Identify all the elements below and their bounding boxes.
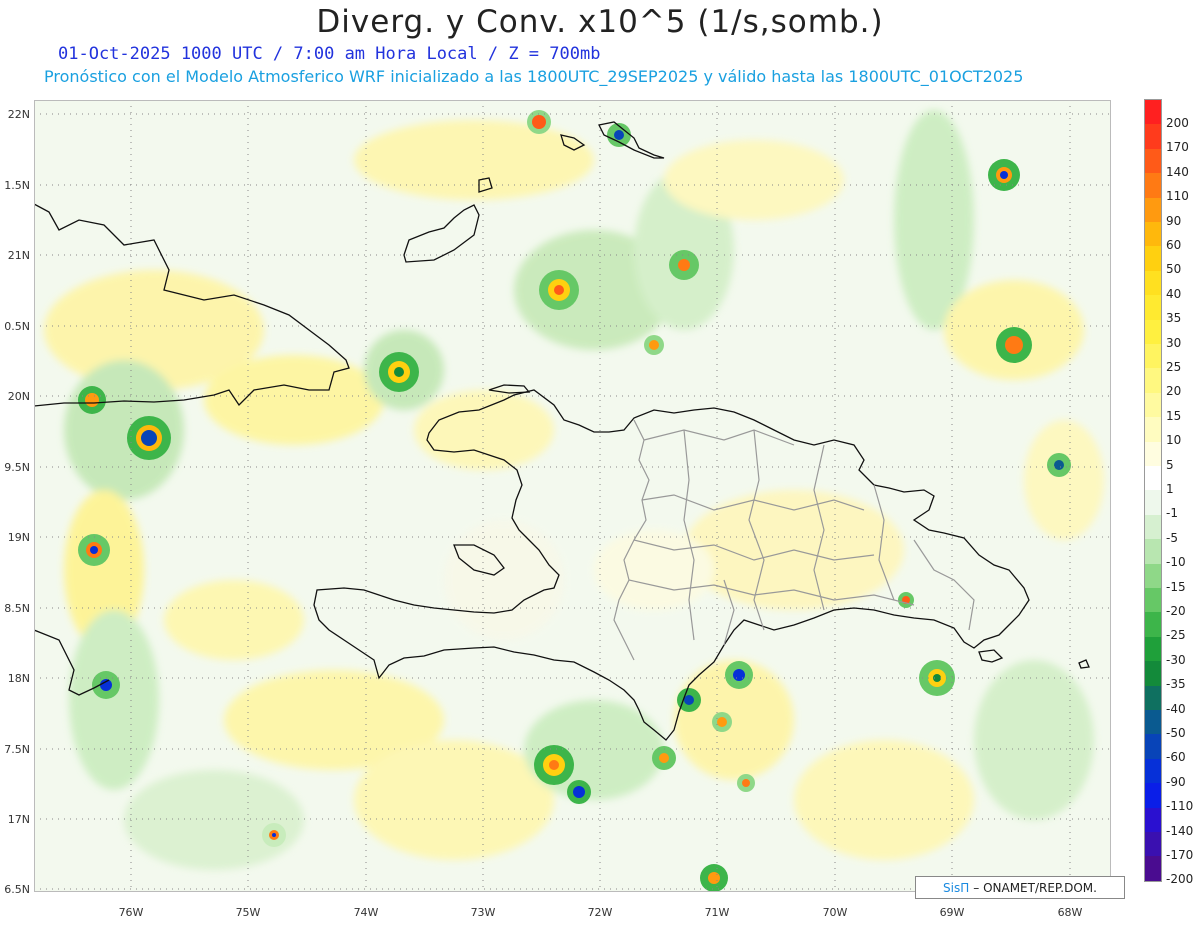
valid-time-subtitle: 01-Oct-2025 1000 UTC / 7:00 am Hora Loca… bbox=[58, 44, 601, 64]
lat-label-17-5n: 7.5N bbox=[4, 743, 30, 756]
credit-box: SisΠ – ONAMET/REP.DOM. bbox=[915, 876, 1125, 899]
colorbar-swatch bbox=[1145, 588, 1161, 613]
colorbar-label: 5 bbox=[1166, 457, 1174, 472]
colorbar-label: -90 bbox=[1166, 774, 1186, 789]
colorbar-label: -110 bbox=[1166, 799, 1194, 814]
lat-label-21n: 21N bbox=[7, 249, 30, 262]
lon-label-72w: 72W bbox=[587, 906, 613, 919]
colorbar-label: -20 bbox=[1166, 604, 1186, 618]
colorbar-swatch bbox=[1145, 856, 1161, 882]
colorbar-swatch bbox=[1145, 441, 1161, 467]
lon-label-75w: 75W bbox=[235, 906, 261, 919]
colorbar-swatch bbox=[1145, 222, 1161, 247]
colorbar-label: -1 bbox=[1166, 506, 1178, 521]
colorbar-swatch bbox=[1145, 100, 1161, 125]
credit-text: – ONAMET/REP.DOM. bbox=[973, 880, 1097, 895]
colorbar-swatch bbox=[1145, 197, 1161, 223]
colorbar-label: -40 bbox=[1166, 701, 1186, 716]
colorbar-swatch bbox=[1145, 148, 1161, 174]
colorbar-swatch bbox=[1145, 636, 1161, 662]
colorbar-label: -60 bbox=[1166, 750, 1186, 765]
colorbar-label: 20 bbox=[1166, 384, 1182, 399]
colorbar-swatch bbox=[1145, 783, 1161, 809]
lon-label-76w: 76W bbox=[118, 906, 144, 919]
colorbar-swatch bbox=[1145, 295, 1161, 321]
colorbar-swatch bbox=[1145, 344, 1161, 369]
colorbar-swatch bbox=[1145, 319, 1161, 345]
colorbar-label: 90 bbox=[1166, 213, 1182, 228]
lat-label-16-5n: 6.5N bbox=[4, 883, 30, 896]
lat-label-17n: 17N bbox=[7, 813, 30, 826]
chart-title: Diverg. y Conv. x10^5 (1/s,somb.) bbox=[316, 4, 884, 40]
colorbar-label: 60 bbox=[1166, 238, 1182, 252]
lon-label-73w: 73W bbox=[470, 906, 496, 919]
colorbar-swatch bbox=[1145, 368, 1161, 394]
colorbar-swatch bbox=[1145, 173, 1161, 199]
colorbar-swatch bbox=[1145, 124, 1161, 150]
colorbar-label: -25 bbox=[1166, 628, 1186, 643]
lon-label-69w: 69W bbox=[939, 906, 965, 919]
sispi-logo: SisΠ bbox=[943, 880, 970, 895]
colorbar-label: 10 bbox=[1166, 433, 1182, 448]
colorbar-label: -170 bbox=[1166, 848, 1194, 862]
colorbar-label: 200 bbox=[1166, 116, 1189, 130]
colorbar-label: 140 bbox=[1166, 164, 1189, 179]
colorbar-label: 40 bbox=[1166, 286, 1182, 301]
colorbar-label: 50 bbox=[1166, 262, 1182, 277]
colorbar bbox=[1144, 99, 1162, 882]
colorbar-label: -5 bbox=[1166, 530, 1178, 545]
colorbar-swatch bbox=[1145, 807, 1161, 833]
colorbar-swatch bbox=[1145, 392, 1161, 418]
lat-label-18-5n: 8.5N bbox=[4, 602, 30, 615]
colorbar-swatch bbox=[1145, 466, 1161, 491]
colorbar-label: -35 bbox=[1166, 677, 1186, 692]
lat-label-22n: 22N bbox=[7, 108, 30, 121]
colorbar-swatch bbox=[1145, 758, 1161, 784]
colorbar-label: -200 bbox=[1166, 872, 1194, 887]
colorbar-swatch bbox=[1145, 832, 1161, 857]
colorbar-label: -140 bbox=[1166, 823, 1194, 838]
lon-label-74w: 74W bbox=[353, 906, 379, 919]
colorbar-label: -50 bbox=[1166, 726, 1186, 740]
colorbar-label: -15 bbox=[1166, 579, 1186, 594]
colorbar-label: 110 bbox=[1166, 189, 1189, 204]
lat-label-21-5n: 1.5N bbox=[4, 179, 30, 192]
lon-label-68w: 68W bbox=[1057, 906, 1083, 919]
colorbar-label: 170 bbox=[1166, 140, 1189, 155]
colorbar-swatch bbox=[1145, 514, 1161, 540]
lat-label-19-5n: 9.5N bbox=[4, 461, 30, 474]
lat-label-18n: 18N bbox=[7, 672, 30, 685]
colorbar-swatch bbox=[1145, 734, 1161, 760]
colorbar-swatch bbox=[1145, 661, 1161, 687]
colorbar-swatch bbox=[1145, 710, 1161, 735]
colorbar-swatch bbox=[1145, 612, 1161, 638]
model-run-subtitle: Pronóstico con el Modelo Atmosferico WRF… bbox=[44, 67, 1024, 86]
colorbar-label: 15 bbox=[1166, 408, 1182, 423]
colorbar-label: 25 bbox=[1166, 360, 1182, 374]
lon-label-70w: 70W bbox=[822, 906, 848, 919]
divergence-map bbox=[34, 100, 1111, 892]
lat-label-19n: 19N bbox=[7, 531, 30, 544]
colorbar-swatch bbox=[1145, 685, 1161, 711]
colorbar-swatch bbox=[1145, 539, 1161, 565]
colorbar-label: 30 bbox=[1166, 335, 1182, 350]
colorbar-label: -10 bbox=[1166, 555, 1186, 570]
lon-label-71w: 71W bbox=[704, 906, 730, 919]
colorbar-swatch bbox=[1145, 417, 1161, 443]
lat-label-20-5n: 0.5N bbox=[4, 320, 30, 333]
colorbar-swatch bbox=[1145, 563, 1161, 589]
colorbar-label: -30 bbox=[1166, 652, 1186, 667]
lat-label-20n: 20N bbox=[7, 390, 30, 403]
colorbar-swatch bbox=[1145, 246, 1161, 272]
colorbar-label: 35 bbox=[1166, 311, 1182, 326]
colorbar-label: 1 bbox=[1166, 482, 1174, 496]
colorbar-swatch bbox=[1145, 270, 1161, 296]
colorbar-swatch bbox=[1145, 490, 1161, 516]
